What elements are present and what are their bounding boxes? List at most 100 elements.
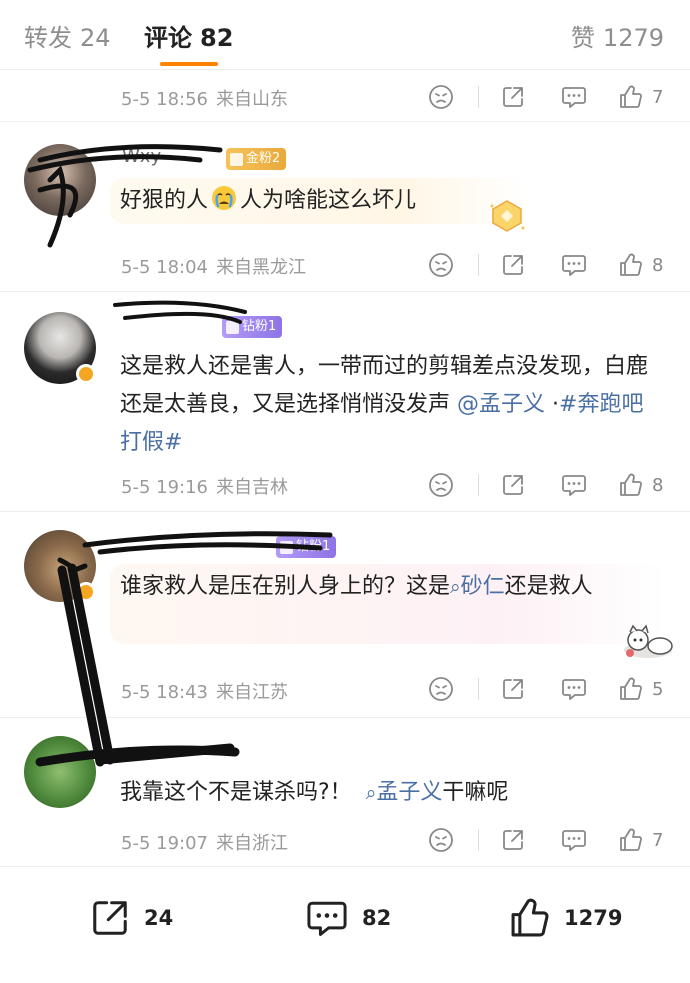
tab-repost[interactable]: 转发 24 (24, 18, 111, 53)
bottom-like-button[interactable]: 1279 (508, 895, 622, 941)
share-button[interactable] (500, 825, 526, 855)
action-divider (478, 829, 479, 851)
comment-actions: 7 (428, 825, 668, 855)
comment-meta: 5-5 19:16 来自吉林 (121, 473, 288, 499)
share-button[interactable] (500, 82, 526, 112)
like-button[interactable]: 7 (618, 82, 663, 112)
like-button[interactable]: 8 (618, 250, 663, 280)
like-count: 8 (652, 254, 664, 276)
tab-repost-count: 24 (80, 24, 111, 52)
dislike-button[interactable] (428, 825, 454, 855)
comment-time: 5-5 19:16 (121, 477, 208, 498)
comment-text-part: 还是救人 (504, 574, 593, 599)
comment-time: 5-5 18:43 (121, 682, 208, 703)
comment-time: 5-5 18:56 (121, 89, 208, 110)
separator-dot: · (545, 392, 560, 417)
fan-badge-icon (280, 540, 293, 554)
reply-button[interactable] (560, 82, 588, 112)
bottom-comment-count: 82 (362, 906, 392, 930)
comment-time: 5-5 19:07 (121, 833, 208, 854)
comment-text[interactable]: 好狠的人 人为啥能这么坏儿 (120, 182, 665, 225)
reply-icon (562, 87, 586, 108)
comment-meta: 5-5 19:07 来自浙江 (121, 829, 288, 855)
comment-text[interactable]: 谁家救人是压在别人身上的？这是⌕砂仁还是救人 (120, 568, 640, 606)
dislike-button[interactable] (428, 674, 454, 704)
comment-time: 5-5 18:04 (121, 257, 208, 278)
dislike-button[interactable] (428, 250, 454, 280)
like-count: 5 (652, 678, 664, 700)
share-button[interactable] (500, 470, 526, 500)
dislike-button[interactable] (428, 82, 454, 112)
dislike-icon (429, 828, 453, 852)
comment-item: Wxy 金粉2 好狠的人 人为啥能这么坏儿 5-5 18:04 来自黑龙江 8 (0, 122, 690, 292)
action-divider (478, 86, 479, 108)
comment-item: 钻粉1 谁家救人是压在别人身上的？这是⌕砂仁还是救人 5-5 18:43 来自江苏… (0, 512, 690, 718)
active-tab-indicator (160, 62, 218, 66)
reply-button[interactable] (560, 250, 588, 280)
bottom-share-count: 24 (144, 906, 174, 930)
comment-item: 我靠这个不是谋杀吗?！ ⌕孟子义干嘛呢 5-5 19:07 来自浙江 7 (0, 718, 690, 866)
share-icon (503, 255, 523, 275)
fan-badge-icon (226, 320, 239, 334)
avatar[interactable] (24, 144, 96, 216)
like-button[interactable]: 7 (618, 825, 663, 855)
fan-badge-label: 钻粉1 (242, 319, 277, 334)
share-icon (93, 901, 127, 935)
bottom-comment-button[interactable]: 82 (304, 895, 391, 941)
comment-text-part: 谁家救人是压在别人身上的？这是 (120, 574, 451, 599)
crying-face-icon (210, 184, 238, 225)
reply-icon (307, 901, 347, 936)
search-term: 孟子义 (376, 780, 443, 805)
comment-meta: 5-5 18:43 来自江苏 (121, 678, 288, 704)
fan-badge: 金粉2 (226, 148, 287, 170)
comment-text[interactable]: 这是救人还是害人，一带而过的剪辑差点没发现，白鹿还是太善良，又是选择悄悄没发声 … (120, 348, 665, 462)
tab-comment-label: 评论 (144, 24, 192, 52)
fan-badge-label: 金粉2 (246, 151, 281, 166)
search-link[interactable]: ⌕砂仁 (450, 574, 505, 599)
action-divider (478, 474, 479, 496)
avatar[interactable] (24, 736, 96, 808)
username[interactable]: Wxy (122, 146, 161, 167)
share-button[interactable] (500, 250, 526, 280)
bottom-like-count: 1279 (564, 906, 623, 930)
search-icon: ⌕ (365, 782, 377, 804)
comment-location: 来自吉林 (216, 477, 288, 498)
comment-meta: 5-5 18:56 来自山东 (121, 85, 288, 111)
like-icon (511, 898, 549, 937)
fan-badge-icon (230, 152, 243, 166)
fan-badge-label: 钻粉1 (296, 539, 331, 554)
dislike-icon (429, 85, 453, 109)
comment-text-part: 好狠的人 (120, 188, 209, 213)
tab-comment[interactable]: 评论 82 (144, 18, 233, 53)
tab-like-count: 1279 (602, 24, 664, 52)
dislike-button[interactable] (428, 470, 454, 500)
bottom-share-button[interactable]: 24 (88, 895, 173, 941)
comment-actions: 8 (428, 470, 668, 500)
comment-text[interactable]: 我靠这个不是谋杀吗?！ ⌕孟子义干嘛呢 (120, 774, 665, 812)
tab-comment-count: 82 (200, 24, 234, 52)
reply-button[interactable] (560, 825, 588, 855)
reply-icon (562, 679, 586, 700)
share-icon (503, 475, 523, 495)
tab-like[interactable]: 赞 1279 (571, 18, 664, 53)
comment-item: 钻粉1 这是救人还是害人，一带而过的剪辑差点没发现，白鹿还是太善良，又是选择悄悄… (0, 292, 690, 512)
comment-item: 5-5 18:56 来自山东 7 (0, 70, 690, 122)
dislike-icon (429, 473, 453, 497)
reply-button[interactable] (560, 470, 588, 500)
like-icon (620, 677, 642, 700)
search-link[interactable]: ⌕孟子义 (366, 780, 443, 805)
share-button[interactable] (500, 674, 526, 704)
reply-icon (562, 830, 586, 851)
reply-button[interactable] (560, 674, 588, 704)
like-button[interactable]: 5 (618, 674, 663, 704)
action-divider (478, 254, 479, 276)
like-button[interactable]: 8 (618, 470, 663, 500)
share-icon (503, 679, 523, 699)
mention-link[interactable]: @孟子义 (457, 392, 545, 417)
comment-text-part: 人为啥能这么坏儿 (240, 188, 417, 213)
search-term: 砂仁 (460, 574, 505, 599)
tab-repost-label: 转发 (24, 24, 72, 52)
comment-tabs: 转发 24 评论 82 赞 1279 (0, 0, 690, 70)
cat-decoration-icon (620, 620, 676, 664)
reply-icon (562, 475, 586, 496)
